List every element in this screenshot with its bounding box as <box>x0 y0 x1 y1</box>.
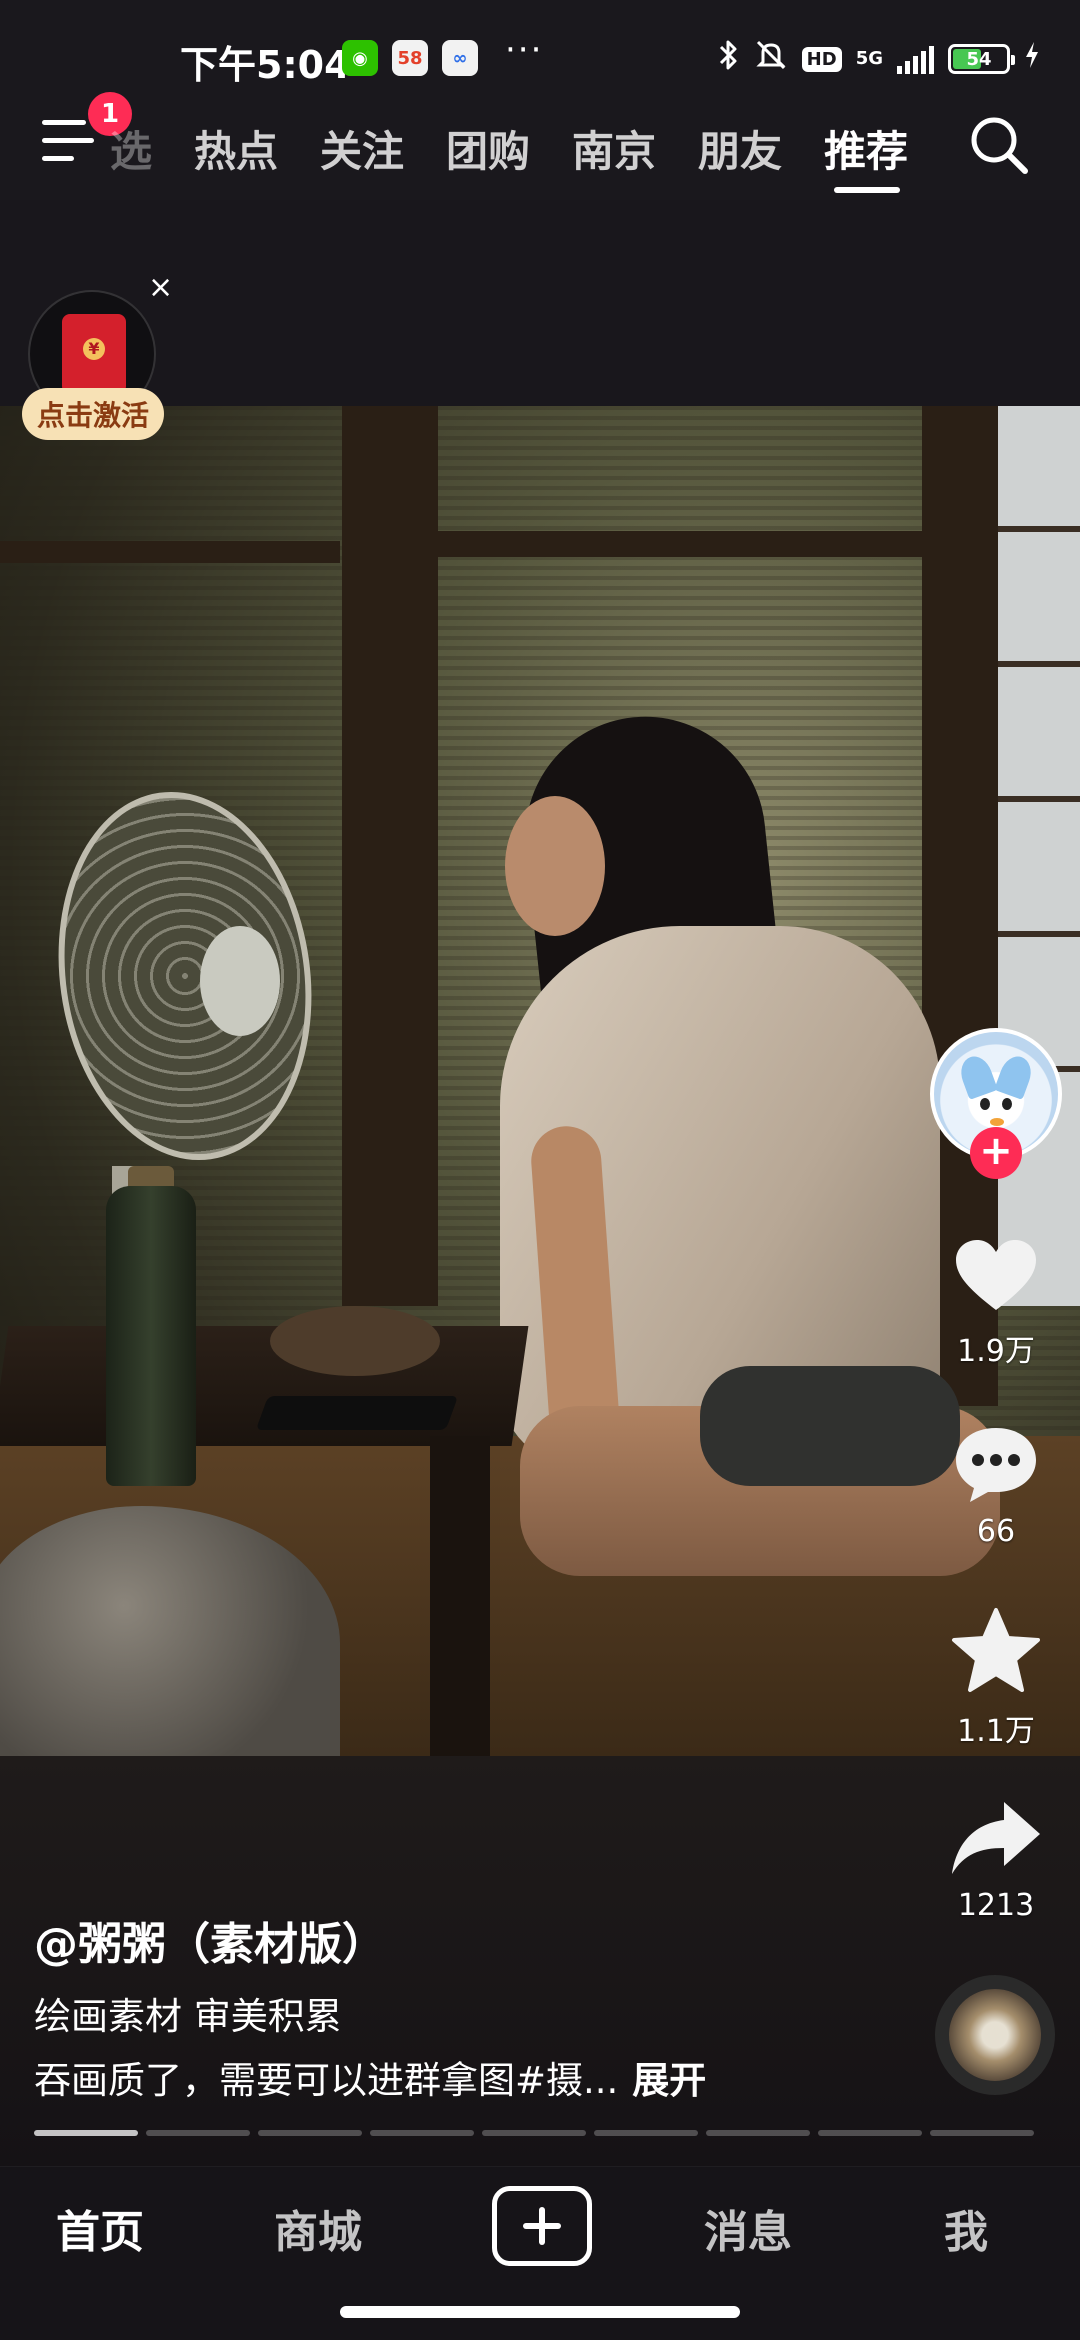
follow-button[interactable]: + <box>970 1127 1022 1179</box>
58-icon: 58 <box>392 40 428 76</box>
tab-mall[interactable]: 商城 <box>274 2196 362 2260</box>
share-icon[interactable] <box>948 1790 1044 1886</box>
plus-icon <box>523 2207 561 2245</box>
comment-icon[interactable] <box>948 1414 1044 1510</box>
progress-segment <box>258 2130 362 2136</box>
tab-nanjing[interactable]: 南京 <box>572 118 656 179</box>
person-face <box>505 796 605 936</box>
search-icon[interactable] <box>968 114 1030 176</box>
status-indicators: HD 5G 54 <box>718 38 1040 80</box>
red-envelope-icon <box>62 314 126 394</box>
caption-description: 吞画质了，需要可以进群拿图#摄... <box>34 2059 619 2102</box>
window-frame-mullion-left <box>342 406 438 1306</box>
top-nav <box>0 100 1080 210</box>
expand-button[interactable]: 展开 <box>632 2059 706 2102</box>
close-icon[interactable]: × <box>148 270 173 305</box>
favorite-count: 1.1万 <box>957 1714 1035 1749</box>
table-leg <box>430 1436 490 1756</box>
caption-description-row: 吞画质了，需要可以进群拿图#摄... 展开 <box>34 2050 706 2104</box>
menu-icon[interactable] <box>42 120 94 164</box>
baidu-icon: ∞ <box>442 40 478 76</box>
video-progress-segments[interactable] <box>34 2130 1034 2136</box>
bluetooth-icon <box>718 38 740 80</box>
share-count: 1213 <box>957 1888 1035 1923</box>
like-heart-icon[interactable] <box>948 1228 1044 1324</box>
progress-segment <box>706 2130 810 2136</box>
favorite-star-icon[interactable] <box>948 1604 1044 1700</box>
tab-following[interactable]: 关注 <box>320 118 404 179</box>
status-time: 下午5:04 <box>180 43 351 87</box>
music-disc-icon[interactable] <box>935 1975 1055 2095</box>
progress-segment <box>594 2130 698 2136</box>
tab-home[interactable]: 首页 <box>56 2196 144 2260</box>
progress-segment <box>930 2130 1034 2136</box>
battery-icon: 54 <box>948 44 1015 74</box>
red-packet-activate-button[interactable]: 点击激活 <box>22 388 164 440</box>
caption-author[interactable]: @粥粥（素材版） <box>34 1908 386 1972</box>
like-count: 1.9万 <box>957 1334 1035 1369</box>
progress-segment <box>482 2130 586 2136</box>
mute-bell-icon <box>754 38 788 80</box>
progress-segment <box>370 2130 474 2136</box>
charging-icon <box>1024 41 1040 77</box>
video-player[interactable] <box>0 406 1080 1756</box>
tab-recommended[interactable]: 推荐 <box>824 118 908 179</box>
create-plus-button[interactable] <box>492 2186 592 2266</box>
phone-on-table <box>255 1396 459 1430</box>
tab-messages[interactable]: 消息 <box>704 2196 792 2260</box>
status-more-icon: ··· <box>505 30 544 70</box>
progress-segment <box>146 2130 250 2136</box>
active-tab-indicator <box>834 187 900 193</box>
fan-hub <box>200 926 280 1036</box>
tab-friends[interactable]: 朋友 <box>698 118 782 179</box>
signal-icon <box>897 44 934 74</box>
network-type: 5G <box>855 48 883 69</box>
ashtray <box>270 1306 440 1376</box>
tab-hot[interactable]: 热点 <box>194 118 278 179</box>
person-shorts <box>700 1366 960 1486</box>
comment-count: 66 <box>976 1514 1016 1549</box>
home-indicator[interactable] <box>340 2306 740 2318</box>
tab-group-buy[interactable]: 团购 <box>446 118 530 179</box>
progress-segment <box>34 2130 138 2136</box>
progress-segment <box>818 2130 922 2136</box>
tea-bottle <box>106 1186 196 1486</box>
battery-level: 54 <box>966 48 992 70</box>
tab-faded[interactable]: 选 <box>110 118 158 179</box>
window-frame-top-right <box>430 531 930 557</box>
window-frame-top-left <box>0 541 340 563</box>
wechat-icon: ◉ <box>342 40 378 76</box>
tab-me[interactable]: 我 <box>944 2196 988 2260</box>
caption-tags: 绘画素材 审美积累 <box>34 1995 342 2038</box>
hd-badge: HD <box>801 46 842 72</box>
